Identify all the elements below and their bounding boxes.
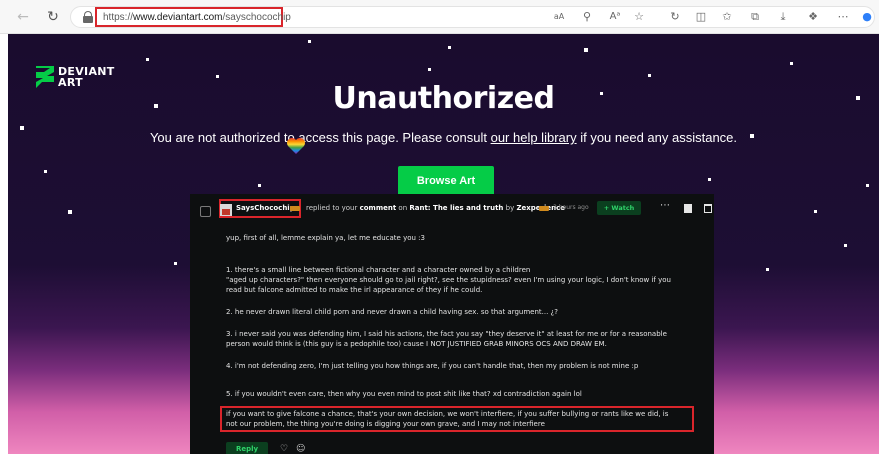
star-decoration xyxy=(790,62,793,65)
star-decoration xyxy=(258,184,261,187)
heart-reaction-icon[interactable]: ♡ xyxy=(280,444,288,454)
comment-link[interactable]: comment xyxy=(360,204,397,212)
refresh-icon[interactable]: ↻ xyxy=(44,8,62,26)
message-text: You are not authorized to access this pa… xyxy=(149,130,491,145)
unauthorized-message: You are not authorized to access this pa… xyxy=(8,130,879,145)
extensions-icon[interactable]: ❖ xyxy=(805,9,821,25)
star-decoration xyxy=(308,40,311,43)
rainbow-heart-icon xyxy=(287,138,305,154)
read-aloud-icon[interactable]: aA xyxy=(551,9,567,25)
star-decoration xyxy=(174,262,177,265)
browser-toolbar: ← ↻ https://www.deviantart.com/sayschoco… xyxy=(0,0,879,34)
star-decoration xyxy=(428,68,431,71)
address-bar[interactable]: https://www.deviantart.com/sayschocochip… xyxy=(70,6,875,28)
url-highlight-box: https://www.deviantart.com/sayschocochip xyxy=(95,7,291,27)
comment-line: 5. if you wouldn't even care, then why y… xyxy=(226,390,582,398)
star-decoration xyxy=(866,184,869,187)
comment-line: 3. i never said you was defending him, I… xyxy=(226,330,667,338)
collections-icon[interactable]: ⧉ xyxy=(747,9,763,25)
emoji-reaction-icon[interactable]: ☺ xyxy=(296,444,305,454)
split-screen-icon[interactable]: ◫ xyxy=(693,9,709,25)
comment-line: person would think is (this guy is a ped… xyxy=(226,340,607,348)
url-text[interactable]: https://www.deviantart.com/sayschocochip xyxy=(103,12,291,23)
reply-button[interactable]: Reply xyxy=(226,442,268,454)
bookmark-icon[interactable] xyxy=(684,204,692,213)
select-checkbox[interactable] xyxy=(200,206,211,217)
favorite-star-icon[interactable]: ☆ xyxy=(631,9,647,25)
text-size-icon[interactable]: Aᵃ xyxy=(607,9,623,25)
comment-header-text: replied to your comment on Rant: The lie… xyxy=(306,204,565,212)
user-badge-icon xyxy=(290,206,300,211)
delete-icon[interactable] xyxy=(704,204,712,213)
comment-username[interactable]: SaysChocochip xyxy=(236,204,295,212)
back-icon[interactable]: ← xyxy=(14,8,32,26)
comment-line: 4. i'm not defending zero, I'm just tell… xyxy=(226,362,639,370)
comment-line-highlighted: if you want to give falcone a chance, th… xyxy=(226,410,669,418)
star-decoration xyxy=(814,210,817,213)
page-content: DEVIANT ART Unauthorized You are not aut… xyxy=(8,34,879,454)
star-decoration xyxy=(708,178,711,181)
help-library-link[interactable]: our help library xyxy=(491,130,577,145)
star-decoration xyxy=(68,210,72,214)
author-badge-icon xyxy=(539,206,549,211)
message-text-end: if you need any assistance. xyxy=(576,130,738,145)
star-decoration xyxy=(44,170,47,173)
comment-timestamp: 3 hours ago xyxy=(553,204,589,211)
comment-line-highlighted: not our problem, the thing you're doing … xyxy=(226,420,545,428)
star-decoration xyxy=(448,46,451,49)
star-decoration xyxy=(146,58,149,61)
comment-line: "aged up characters?" then everyone shou… xyxy=(226,276,671,284)
more-icon[interactable]: ⋯ xyxy=(835,9,851,25)
zoom-icon[interactable]: ⚲ xyxy=(579,9,595,25)
browse-art-button[interactable]: Browse Art xyxy=(398,166,494,196)
comment-line: yup, first of all, lemme explain ya, let… xyxy=(226,234,425,242)
thread-title-link[interactable]: Rant: The lies and truth xyxy=(409,204,503,212)
comment-screenshot: SaysChocochip replied to your comment on… xyxy=(190,194,714,454)
downloads-icon[interactable]: ⤓ xyxy=(775,9,791,25)
favorites-icon[interactable]: ✩ xyxy=(719,9,735,25)
comment-line: 1. there's a small line between fictiona… xyxy=(226,266,531,274)
more-options-icon[interactable]: ⋯ xyxy=(660,200,670,211)
watch-button[interactable]: + Watch xyxy=(597,201,641,215)
comment-line: 2. he never drawn literal child porn and… xyxy=(226,308,558,316)
star-decoration xyxy=(216,75,219,78)
star-decoration xyxy=(648,74,651,77)
star-decoration xyxy=(584,48,588,52)
refresh-page-icon[interactable]: ↻ xyxy=(667,9,683,25)
star-decoration xyxy=(766,268,769,271)
star-decoration xyxy=(844,244,847,247)
comment-line: read but falcone admitted to make the ir… xyxy=(226,286,483,294)
avatar[interactable] xyxy=(220,204,232,216)
lock-icon[interactable] xyxy=(83,11,93,23)
copilot-icon[interactable]: ● xyxy=(859,9,875,25)
page-title: Unauthorized xyxy=(332,81,556,116)
